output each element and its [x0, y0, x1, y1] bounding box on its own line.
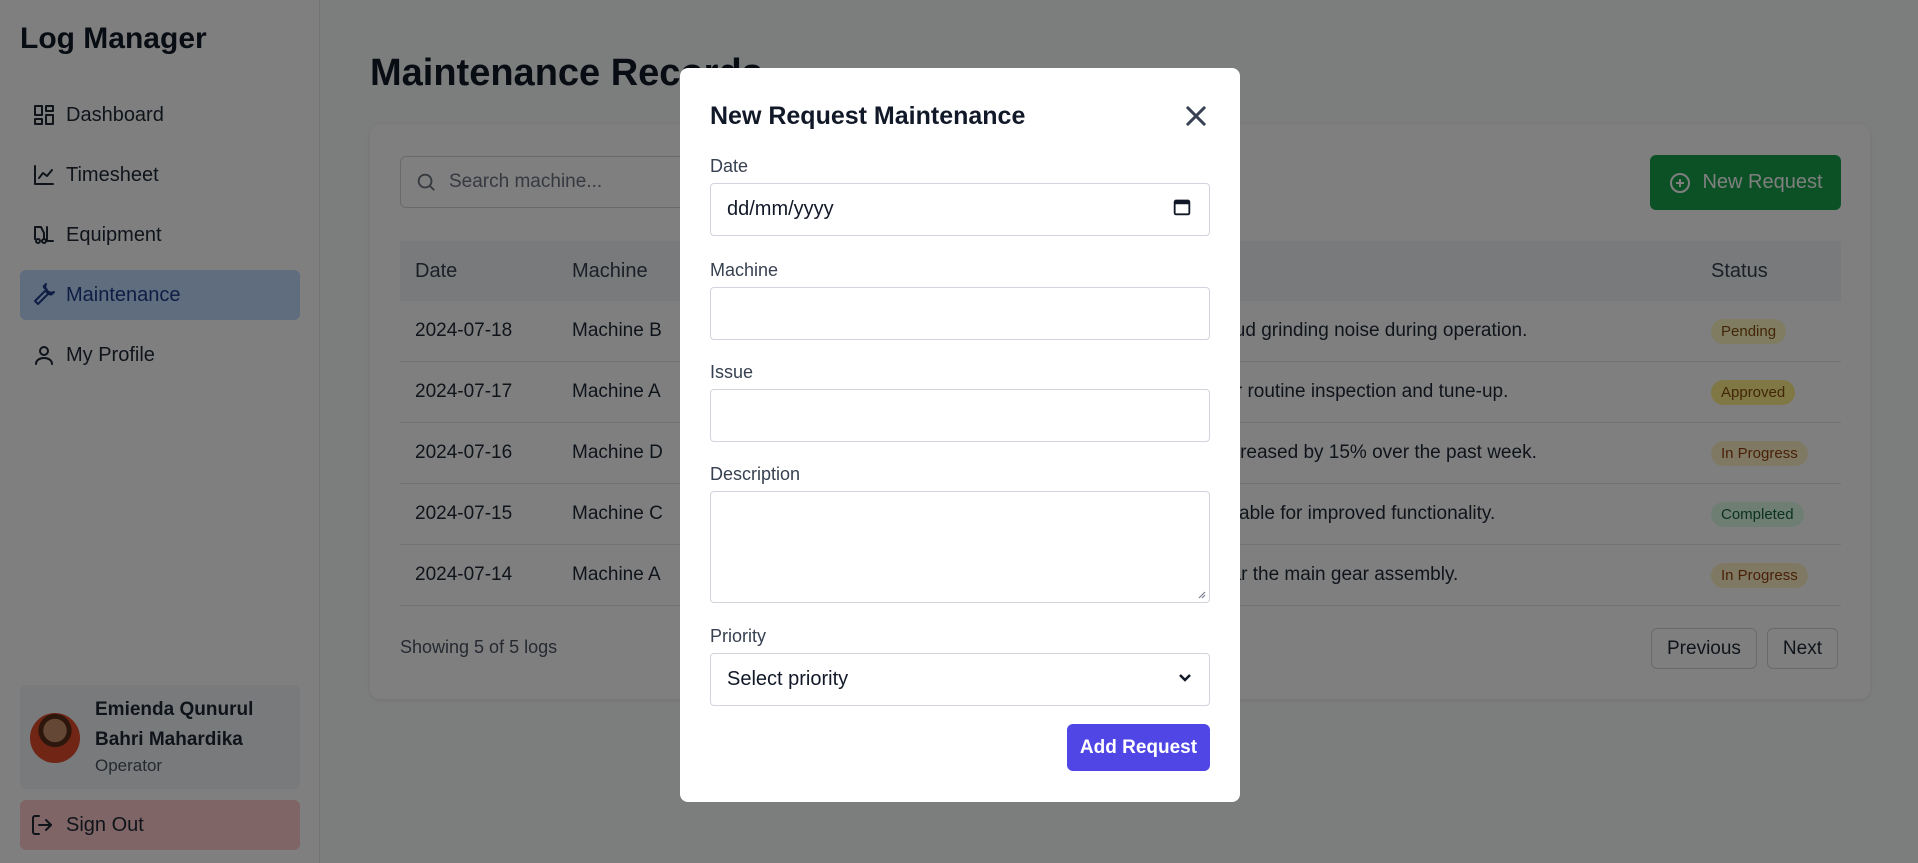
priority-label: Priority	[710, 626, 767, 646]
issue-label: Issue	[710, 362, 754, 382]
chevron-down-icon	[1177, 668, 1193, 691]
add-request-button[interactable]: Add Request	[1067, 724, 1210, 771]
priority-field-group: Priority Select priority	[710, 626, 1210, 706]
issue-field-group: Issue	[710, 362, 1210, 442]
description-label: Description	[710, 464, 801, 484]
priority-select[interactable]: Select priority	[710, 653, 1210, 706]
resize-handle-icon[interactable]	[1196, 589, 1206, 599]
date-field-group: Date dd/mm/yyyy	[710, 156, 1210, 236]
calendar-icon[interactable]	[1171, 196, 1193, 224]
close-icon	[1186, 106, 1206, 126]
priority-value: Select priority	[727, 668, 849, 690]
description-textarea[interactable]	[710, 491, 1210, 603]
machine-field-group: Machine	[710, 260, 1210, 340]
date-placeholder: dd/mm/yyyy	[727, 198, 834, 220]
date-input[interactable]: dd/mm/yyyy	[710, 183, 1210, 236]
description-field-group: Description	[710, 464, 1210, 603]
machine-input[interactable]	[710, 287, 1210, 340]
new-request-modal: New Request Maintenance Date dd/mm/yyyy …	[680, 68, 1240, 802]
machine-label: Machine	[710, 260, 779, 280]
close-button[interactable]	[1182, 102, 1210, 130]
issue-input[interactable]	[710, 389, 1210, 442]
date-label: Date	[710, 156, 749, 176]
modal-title: New Request Maintenance	[710, 102, 1026, 130]
